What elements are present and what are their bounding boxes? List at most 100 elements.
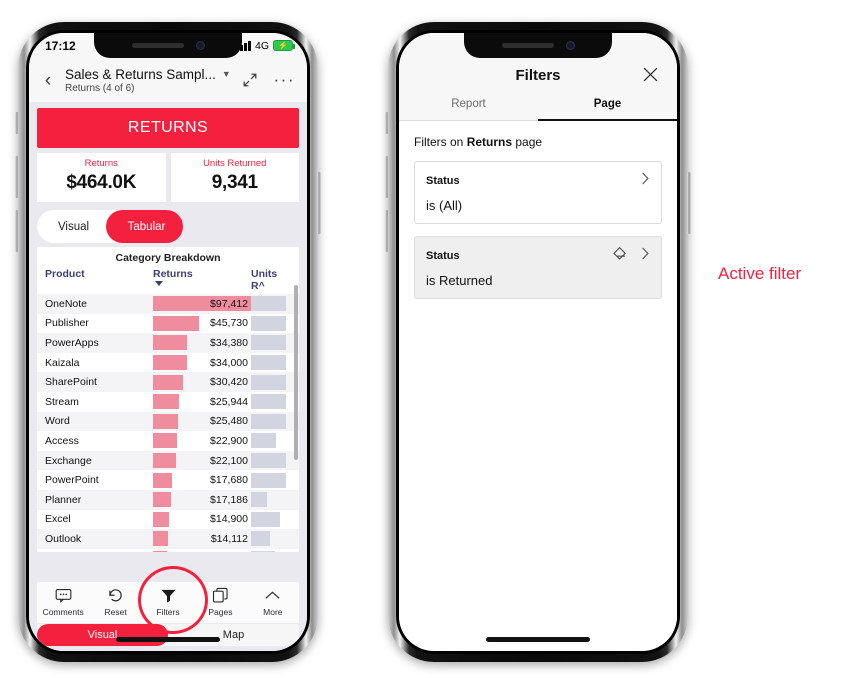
cell-returns: $22,900 xyxy=(153,433,251,449)
scope-page-name: Returns xyxy=(466,135,513,149)
filters-scope-label: Filters on Returns page xyxy=(414,135,662,149)
kpi-card-units-returned[interactable]: Units Returned 9,341 xyxy=(170,153,299,202)
column-header-returns[interactable]: Returns xyxy=(153,268,251,292)
table-row[interactable]: Stream $25,944 xyxy=(37,392,299,412)
network-label: 4G xyxy=(254,39,269,52)
filter-card-status-all[interactable]: Status is (All) xyxy=(414,161,662,224)
power-button[interactable] xyxy=(687,172,691,234)
kpi-value: 9,341 xyxy=(211,172,258,193)
silent-switch[interactable] xyxy=(15,112,19,134)
units-bar xyxy=(251,296,287,312)
cell-product: Access xyxy=(45,434,79,447)
cell-product: Publisher xyxy=(45,317,89,330)
cell-units-returned xyxy=(251,394,291,410)
table-row[interactable]: SharePoint $30,420 xyxy=(37,372,299,392)
close-x-icon[interactable] xyxy=(642,66,659,83)
table-row[interactable]: Exchange $22,100 xyxy=(37,450,299,471)
cell-returns: $97,412 xyxy=(153,296,251,312)
table-row[interactable]: Planner $17,186 xyxy=(37,489,299,510)
status-indicators: 4G ⚡ xyxy=(236,39,295,52)
front-camera-icon xyxy=(195,41,205,50)
units-bar xyxy=(251,531,271,547)
page-tab-map[interactable]: Map xyxy=(168,624,299,646)
toolbar-button-more[interactable]: More xyxy=(247,587,299,617)
units-bar xyxy=(251,355,287,371)
units-bar xyxy=(251,433,276,449)
volume-up-button[interactable] xyxy=(385,156,389,198)
table-scrollbar[interactable] xyxy=(294,285,298,460)
volume-down-button[interactable] xyxy=(15,210,19,252)
power-button[interactable] xyxy=(317,172,321,234)
kpi-label: Returns xyxy=(84,158,118,169)
filter-funnel-icon xyxy=(142,587,194,604)
chevron-up-icon xyxy=(247,587,299,604)
back-chevron-icon[interactable]: ‹ xyxy=(37,71,59,90)
toggle-option-visual[interactable]: Visual xyxy=(37,221,110,233)
units-bar xyxy=(251,492,267,508)
table-row[interactable]: OneNote $97,412 xyxy=(37,294,299,314)
table-row[interactable]: PowerApps $34,380 xyxy=(37,333,299,353)
units-bar xyxy=(251,335,287,351)
filter-card-status-returned[interactable]: Status is Returned xyxy=(414,236,662,299)
toolbar-button-pages[interactable]: Pages xyxy=(194,587,246,617)
table-row[interactable]: Outlook $14,112 xyxy=(37,529,299,549)
tab-page[interactable]: Page xyxy=(538,98,677,121)
kpi-card-returns[interactable]: Returns $464.0K xyxy=(37,153,166,202)
eraser-clear-icon[interactable] xyxy=(612,246,627,266)
table-row[interactable]: Teams$13,328 xyxy=(37,549,299,552)
toolbar-button-comments[interactable]: Comments xyxy=(37,587,89,617)
returns-banner: RETURNS xyxy=(37,108,299,148)
cell-returns: $25,944 xyxy=(153,394,251,410)
table-row[interactable]: Excel $14,900 xyxy=(37,510,299,530)
table-title: Category Breakdown xyxy=(115,252,221,264)
report-title: Sales & Returns Sampl... xyxy=(65,66,216,82)
column-header-product[interactable]: Product xyxy=(45,268,153,292)
units-bar xyxy=(251,511,280,527)
volume-down-button[interactable] xyxy=(385,210,389,252)
right-phone-device: Filters Report Page Filters on Returns p… xyxy=(385,22,691,662)
cell-units-returned xyxy=(251,511,291,527)
table-row[interactable]: Kaizala $34,000 xyxy=(37,353,299,373)
chevron-right-icon[interactable] xyxy=(641,171,650,191)
table-row[interactable]: PowerPoint $17,680 xyxy=(37,470,299,490)
chevron-down-icon[interactable]: ▼ xyxy=(222,69,231,79)
volume-up-button[interactable] xyxy=(15,156,19,198)
earpiece-speaker xyxy=(501,43,554,48)
units-bar xyxy=(251,551,275,552)
cell-product: Kaizala xyxy=(45,356,80,369)
silent-switch[interactable] xyxy=(385,112,389,134)
cell-units-returned xyxy=(251,531,291,547)
toolbar-button-filters[interactable]: Filters xyxy=(142,587,194,617)
column-resize-handle[interactable]: ^ xyxy=(259,280,265,292)
report-title-block[interactable]: Sales & Returns Sampl... ▼ Returns (4 of… xyxy=(59,67,242,94)
filter-card-actions xyxy=(641,171,650,191)
toolbar-button-reset[interactable]: Reset xyxy=(89,587,141,617)
bottom-toolbar: Comments Reset Filters Pages More xyxy=(37,582,299,623)
screenshot-root: 17:12 4G ⚡ ‹ Sales & Returns Sampl... ▼ xyxy=(0,0,853,685)
cell-product: Word xyxy=(45,415,70,428)
scope-suffix: page xyxy=(512,135,543,149)
filter-field-name: Status xyxy=(426,250,460,262)
cell-units-returned xyxy=(251,335,291,351)
toggle-option-tabular[interactable]: Tabular xyxy=(110,221,183,233)
tab-report[interactable]: Report xyxy=(399,98,538,121)
returns-value: $34,000 xyxy=(210,356,248,369)
column-header-units-returned[interactable]: Units R^ xyxy=(251,268,291,292)
ellipsis-icon[interactable]: ··· xyxy=(274,71,295,88)
toolbar-label: Comments xyxy=(42,607,84,617)
table-row[interactable]: Access $22,900 xyxy=(37,431,299,451)
returns-value: $25,944 xyxy=(210,395,248,408)
units-bar xyxy=(251,472,287,488)
filters-scope-tabs: Report Page xyxy=(399,98,677,121)
cell-returns: $34,000 xyxy=(153,355,251,371)
units-bar xyxy=(251,413,287,429)
chevron-right-icon[interactable] xyxy=(641,246,650,266)
kpi-value: $464.0K xyxy=(66,172,137,193)
column-header-returns-label: Returns xyxy=(153,268,193,280)
table-row[interactable]: Word $25,480 xyxy=(37,411,299,432)
page-tab-visual[interactable]: Visual xyxy=(37,624,168,646)
table-row[interactable]: Publisher $45,730 xyxy=(37,314,299,334)
visual-tabular-toggle[interactable]: Visual Tabular xyxy=(37,210,183,243)
expand-arrows-icon[interactable] xyxy=(242,72,258,88)
filter-field-name: Status xyxy=(426,175,460,187)
